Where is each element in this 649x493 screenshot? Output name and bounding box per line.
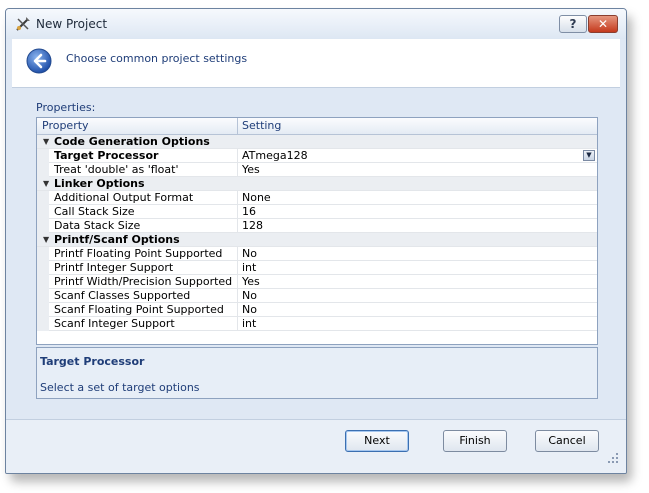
- property-row[interactable]: Scanf Integer Support int: [37, 317, 597, 331]
- new-project-dialog: New Project ? ✕ Choose common project se…: [5, 8, 627, 474]
- property-name: Scanf Floating Point Supported: [54, 303, 224, 316]
- property-name: Target Processor: [54, 149, 159, 162]
- back-arrow-icon[interactable]: [26, 48, 52, 74]
- property-value[interactable]: None: [242, 191, 271, 204]
- category-row[interactable]: ▼ Printf/Scanf Options: [37, 233, 597, 247]
- property-value[interactable]: 128: [242, 219, 263, 232]
- property-grid[interactable]: Property Setting ▼ Code Generation Optio…: [36, 117, 598, 345]
- property-value[interactable]: No: [242, 303, 257, 316]
- cell-divider: [237, 317, 238, 331]
- collapse-arrow-icon[interactable]: ▼: [43, 235, 49, 244]
- property-row[interactable]: Printf Floating Point Supported No: [37, 247, 597, 261]
- property-row[interactable]: Printf Integer Support int: [37, 261, 597, 275]
- property-name: Treat 'double' as 'float': [54, 163, 179, 176]
- category-label: Printf/Scanf Options: [54, 233, 180, 246]
- row-indent: [37, 163, 49, 177]
- property-name: Call Stack Size: [54, 205, 135, 218]
- row-indent: [37, 149, 49, 163]
- row-indent: [37, 289, 49, 303]
- column-divider[interactable]: [237, 118, 238, 134]
- dropdown-arrow-icon[interactable]: ▼: [583, 150, 595, 161]
- property-value[interactable]: int: [242, 261, 256, 274]
- column-header-setting[interactable]: Setting: [242, 119, 281, 132]
- close-button[interactable]: ✕: [588, 15, 618, 33]
- property-name: Printf Integer Support: [54, 261, 174, 274]
- properties-label: Properties:: [36, 101, 96, 114]
- cell-divider: [237, 219, 238, 233]
- category-row[interactable]: ▼ Linker Options: [37, 177, 597, 191]
- cell-divider: [237, 303, 238, 317]
- cell-divider: [237, 261, 238, 275]
- property-row[interactable]: Call Stack Size 16: [37, 205, 597, 219]
- category-label: Code Generation Options: [54, 135, 210, 148]
- description-text: Select a set of target options: [40, 381, 200, 394]
- collapse-arrow-icon[interactable]: ▼: [43, 137, 49, 146]
- property-row[interactable]: Printf Width/Precision Supported Yes: [37, 275, 597, 289]
- property-value[interactable]: No: [242, 247, 257, 260]
- property-value[interactable]: Yes: [242, 163, 260, 176]
- row-indent: [37, 205, 49, 219]
- property-row[interactable]: Additional Output Format None: [37, 191, 597, 205]
- category-label: Linker Options: [54, 177, 145, 190]
- row-indent: [37, 317, 49, 331]
- property-value[interactable]: 16: [242, 205, 256, 218]
- cell-divider: [237, 191, 238, 205]
- app-icon: [16, 17, 30, 31]
- help-button[interactable]: ?: [559, 15, 587, 33]
- column-header-property[interactable]: Property: [42, 119, 89, 132]
- resize-grip-icon[interactable]: [606, 451, 620, 465]
- cell-divider: [237, 205, 238, 219]
- row-indent: [37, 191, 49, 205]
- description-title: Target Processor: [40, 355, 145, 368]
- cell-divider: [237, 163, 238, 177]
- finish-button[interactable]: Finish: [443, 430, 507, 452]
- property-value[interactable]: Yes: [242, 275, 260, 288]
- property-name: Scanf Classes Supported: [54, 289, 191, 302]
- button-bar: [6, 420, 626, 473]
- row-indent: [37, 219, 49, 233]
- property-row[interactable]: Data Stack Size 128: [37, 219, 597, 233]
- cell-divider: [237, 289, 238, 303]
- property-value[interactable]: ATmega128: [242, 149, 308, 162]
- property-name: Scanf Integer Support: [54, 317, 175, 330]
- category-row[interactable]: ▼ Code Generation Options: [37, 135, 597, 149]
- title-bar: New Project ? ✕: [6, 9, 626, 39]
- property-name: Printf Floating Point Supported: [54, 247, 223, 260]
- wizard-subtitle: Choose common project settings: [66, 52, 248, 65]
- cancel-button[interactable]: Cancel: [535, 430, 599, 452]
- window-title: New Project: [36, 17, 108, 31]
- description-panel: Target Processor Select a set of target …: [36, 347, 598, 399]
- row-indent: [37, 261, 49, 275]
- property-row[interactable]: Target Processor ATmega128 ▼: [37, 149, 597, 163]
- property-value[interactable]: No: [242, 289, 257, 302]
- property-row[interactable]: Scanf Classes Supported No: [37, 289, 597, 303]
- row-indent: [37, 303, 49, 317]
- property-row[interactable]: Treat 'double' as 'float' Yes: [37, 163, 597, 177]
- property-name: Printf Width/Precision Supported: [54, 275, 233, 288]
- collapse-arrow-icon[interactable]: ▼: [43, 179, 49, 188]
- cell-divider: [237, 247, 238, 261]
- next-button[interactable]: Next: [345, 430, 409, 452]
- cell-divider: [237, 149, 238, 163]
- property-name: Additional Output Format: [54, 191, 194, 204]
- wizard-header: Choose common project settings: [12, 39, 620, 88]
- grid-header: Property Setting: [37, 118, 597, 135]
- property-name: Data Stack Size: [54, 219, 141, 232]
- row-indent: [37, 275, 49, 289]
- row-indent: [37, 247, 49, 261]
- property-value[interactable]: int: [242, 317, 256, 330]
- property-row[interactable]: Scanf Floating Point Supported No: [37, 303, 597, 317]
- cell-divider: [237, 275, 238, 289]
